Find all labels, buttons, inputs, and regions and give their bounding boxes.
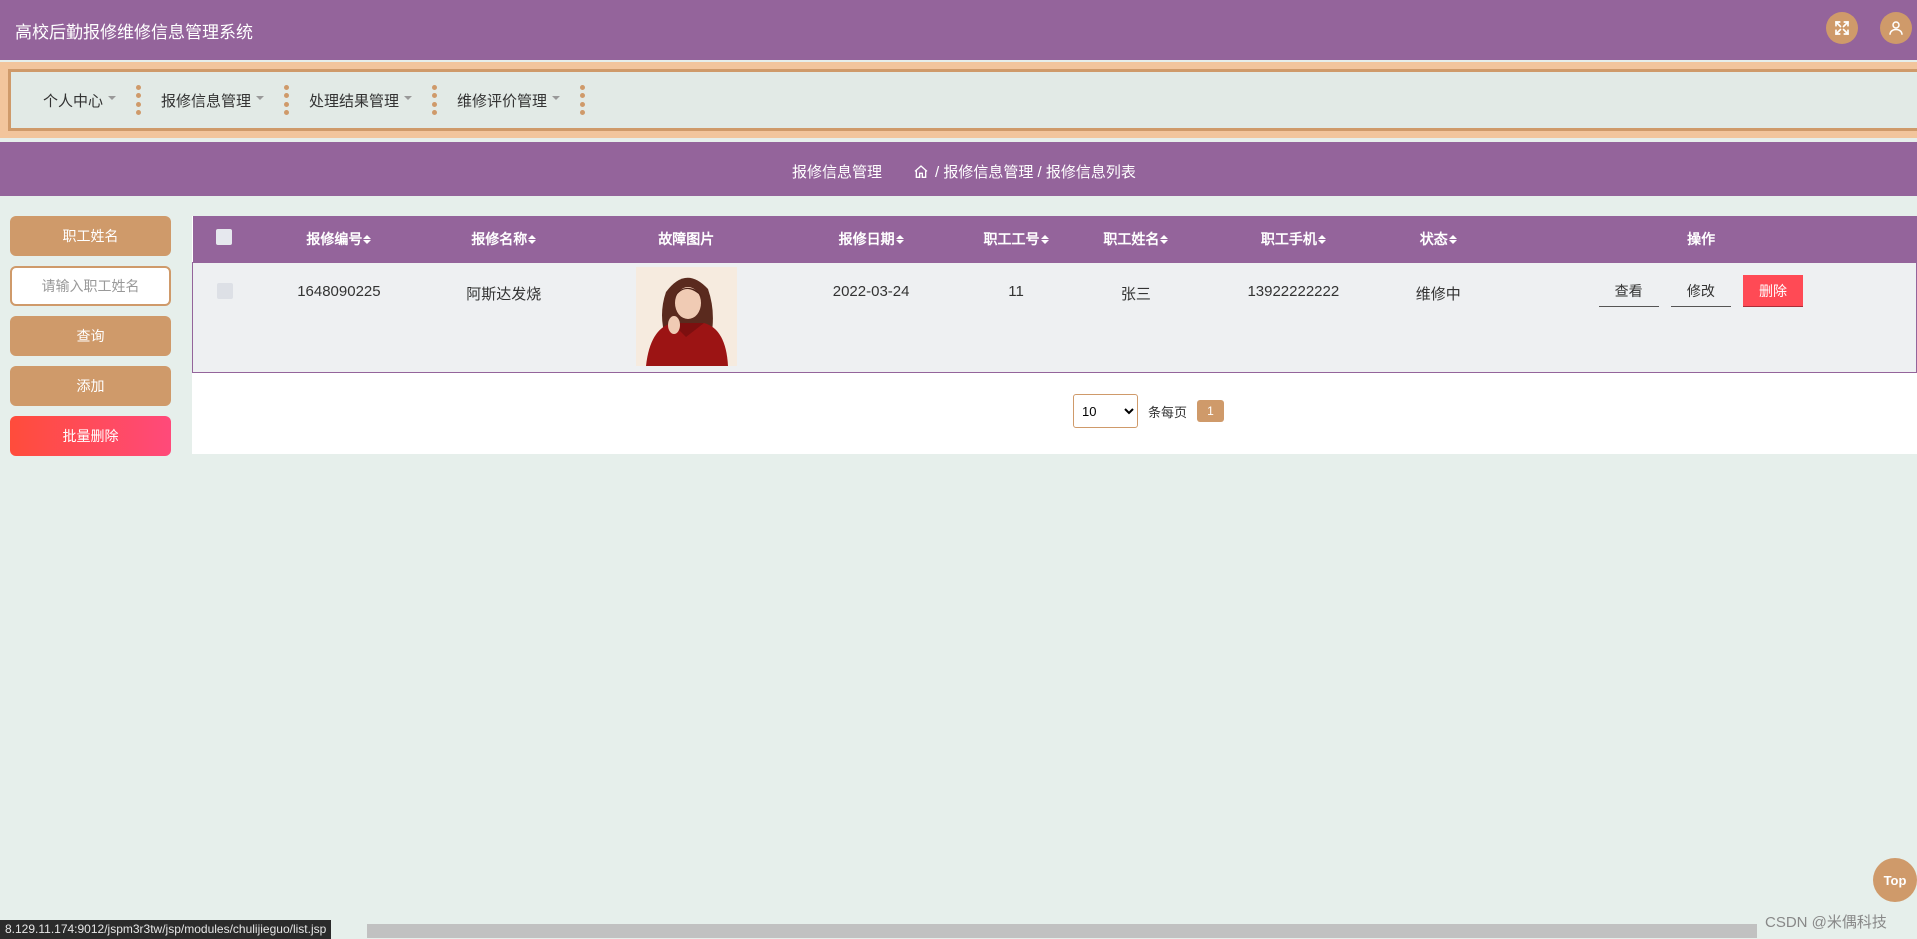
row-select-cell [193, 262, 257, 372]
nav-item-label: 处理结果管理 [309, 92, 400, 110]
home-icon[interactable] [913, 164, 929, 180]
nav-item-label: 报修信息管理 [161, 92, 252, 110]
page-number-current[interactable]: 1 [1197, 400, 1225, 422]
nav-inner: 个人中心 报修信息管理 处理结果管理 维修评价管理 [8, 69, 1917, 131]
column-header[interactable]: 报修名称 [421, 216, 586, 262]
caret-down-icon [404, 96, 413, 100]
cell-status: 维修中 [1415, 285, 1461, 303]
per-page-label: 条每页 [1148, 404, 1188, 420]
sort-icon[interactable] [528, 234, 537, 244]
nav-item-label: 维修评价管理 [457, 92, 548, 110]
nav-item-evaluation[interactable]: 维修评价管理 [445, 72, 572, 128]
breadcrumb-bar: 报修信息管理 / 报修信息管理 / 报修信息列表 [0, 142, 1917, 196]
search-field-label: 职工姓名 [10, 216, 171, 256]
column-header[interactable]: 报修编号 [256, 216, 421, 262]
pagination: 10 条每页 1 [1073, 394, 1225, 428]
nav-item-repair-info[interactable]: 报修信息管理 [149, 72, 276, 128]
row-checkbox[interactable] [216, 282, 233, 299]
caret-down-icon [552, 96, 561, 100]
cell-repair-id: 1648090225 [297, 282, 381, 300]
list-panel: 报修编号 报修名称 故障图片 报修日期 职工工号 职工姓名 职工手机 状态 操作… [192, 216, 1917, 454]
sort-icon[interactable] [1160, 234, 1169, 244]
breadcrumb-path[interactable]: / 报修信息管理 / 报修信息列表 [935, 161, 1136, 182]
repair-table: 报修编号 报修名称 故障图片 报修日期 职工工号 职工姓名 职工手机 状态 操作… [192, 216, 1917, 373]
caret-down-icon [256, 96, 265, 100]
column-header[interactable]: 职工姓名 [1076, 216, 1196, 262]
delete-button[interactable]: 删除 [1743, 274, 1804, 307]
status-url: 8.129.11.174:9012/jspm3r3tw/jsp/modules/… [0, 920, 332, 939]
sort-icon[interactable] [895, 234, 904, 244]
add-button[interactable]: 添加 [10, 366, 171, 406]
search-sidebar: 职工姓名 查询 添加 批量删除 [10, 216, 171, 466]
edit-button[interactable]: 修改 [1670, 275, 1731, 307]
main-nav: 个人中心 报修信息管理 处理结果管理 维修评价管理 [0, 62, 1917, 138]
table-row: 1648090225 阿斯达发烧 2022-03-24 11 张三 139222… [192, 262, 1917, 372]
view-button[interactable]: 查看 [1598, 275, 1659, 307]
top-header: 高校后勤报修维修信息管理系统 [0, 0, 1917, 60]
sort-icon[interactable] [1448, 234, 1457, 244]
sort-icon[interactable] [363, 234, 372, 244]
sort-icon[interactable] [1317, 234, 1326, 244]
cell-phone: 13922222222 [1247, 282, 1340, 300]
staff-name-search-input[interactable] [10, 266, 171, 306]
nav-item-personal-center[interactable]: 个人中心 [31, 72, 128, 128]
column-header[interactable]: 职工工号 [956, 216, 1076, 262]
watermark: CSDN @米偶科技 [1765, 914, 1887, 931]
nav-item-label: 个人中心 [43, 92, 104, 110]
sort-icon[interactable] [1040, 234, 1049, 244]
user-icon[interactable] [1880, 12, 1912, 44]
back-to-top-button[interactable]: Top [1873, 858, 1917, 902]
cell-repair-name: 阿斯达发烧 [466, 285, 542, 303]
query-button[interactable]: 查询 [10, 316, 171, 356]
nav-separator [580, 85, 586, 115]
cell-staff-no: 11 [1008, 282, 1024, 300]
cell-staff-name: 张三 [1120, 285, 1151, 303]
select-all-cell [193, 216, 257, 262]
select-all-checkbox[interactable] [216, 229, 233, 246]
breadcrumb: / 报修信息管理 / 报修信息列表 [913, 161, 1136, 182]
nav-item-result[interactable]: 处理结果管理 [297, 72, 424, 128]
horizontal-scrollbar[interactable] [367, 924, 1757, 938]
fullscreen-icon[interactable] [1826, 12, 1858, 44]
table-header-row: 报修编号 报修名称 故障图片 报修日期 职工工号 职工姓名 职工手机 状态 操作 [192, 216, 1917, 262]
fault-image[interactable] [635, 266, 737, 366]
nav-separator [432, 85, 438, 115]
nav-separator [284, 85, 290, 115]
batch-delete-button[interactable]: 批量删除 [10, 416, 171, 456]
page-size-select[interactable]: 10 [1073, 394, 1138, 428]
cell-fault-image [586, 262, 786, 372]
column-header[interactable]: 状态 [1391, 216, 1486, 262]
cell-repair-date: 2022-03-24 [832, 282, 910, 300]
column-header[interactable]: 报修日期 [786, 216, 956, 262]
caret-down-icon [108, 96, 117, 100]
cell-actions: 查看 修改 删除 [1486, 262, 1917, 372]
column-header: 故障图片 [658, 230, 715, 247]
app-title: 高校后勤报修维修信息管理系统 [15, 23, 253, 42]
column-header[interactable]: 职工手机 [1196, 216, 1391, 262]
nav-separator [136, 85, 142, 115]
breadcrumb-title: 报修信息管理 [792, 164, 883, 181]
column-header: 操作 [1687, 230, 1716, 247]
